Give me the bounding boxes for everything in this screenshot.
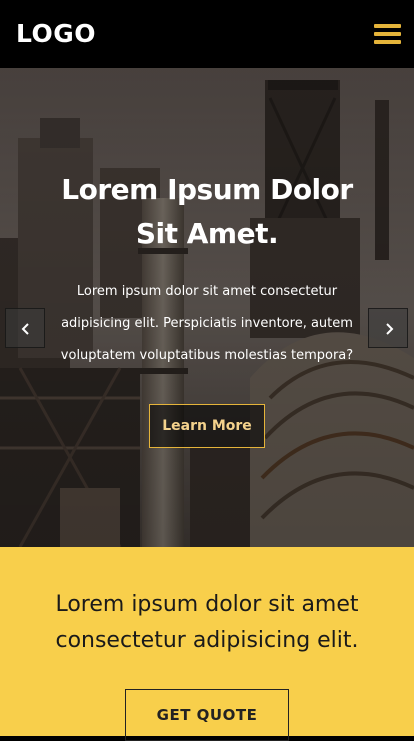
- slider-next-button[interactable]: [368, 308, 408, 348]
- chevron-right-icon: [386, 323, 394, 335]
- get-quote-button[interactable]: GET QUOTE: [125, 689, 289, 741]
- chevron-left-icon: [21, 323, 29, 335]
- hero-title: Lorem Ipsum Dolor Sit Amet.: [61, 173, 353, 250]
- hamburger-menu-icon[interactable]: [374, 24, 401, 44]
- cta-text: Lorem ipsum dolor sit amet consectetur a…: [55, 592, 359, 653]
- cta-section: Lorem ipsum dolor sit amet consectetur a…: [0, 547, 414, 741]
- hero-text: Lorem ipsum dolor sit amet consectetur a…: [60, 284, 354, 363]
- site-header: LOGO: [0, 0, 414, 68]
- learn-more-button[interactable]: Learn More: [149, 404, 265, 448]
- logo[interactable]: LOGO: [16, 17, 96, 51]
- hero-slider: Lorem Ipsum Dolor Sit Amet. Lorem ipsum …: [0, 68, 414, 547]
- slider-prev-button[interactable]: [5, 308, 45, 348]
